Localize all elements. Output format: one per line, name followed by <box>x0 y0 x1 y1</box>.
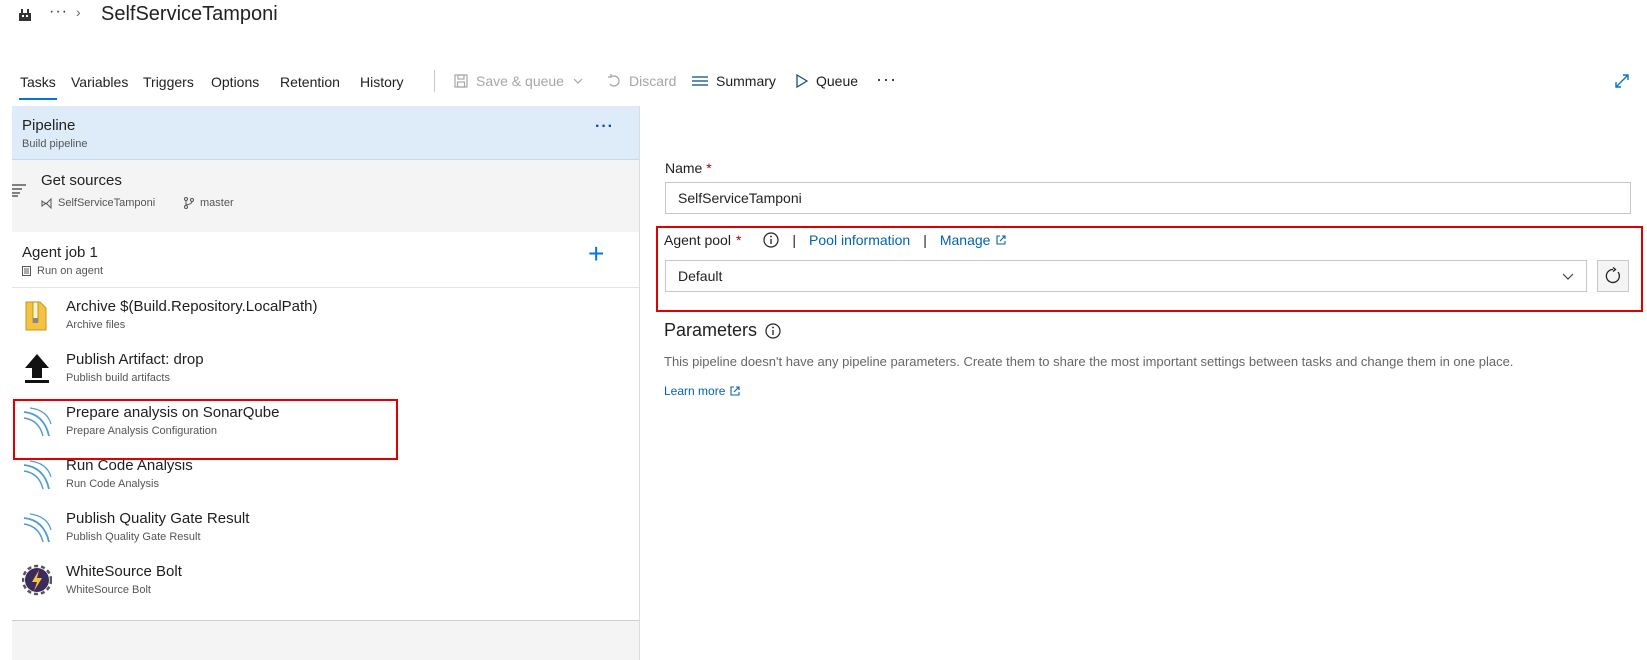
task-title: Publish Quality Gate Result <box>66 510 250 527</box>
expand-icon[interactable] <box>1614 73 1630 89</box>
task-subtitle: Archive files <box>66 319 126 331</box>
agent-job-title: Agent job 1 <box>22 244 98 261</box>
task-publish-quality-gate[interactable]: Publish Quality Gate Result Publish Qual… <box>12 500 639 556</box>
toolbar: Tasks Variables Triggers Options Retenti… <box>0 62 1647 106</box>
agent-icon <box>22 266 31 276</box>
repo-name: SelfServiceTamponi <box>58 197 156 209</box>
get-sources-title: Get sources <box>41 172 122 189</box>
details-panel: Name * SelfServiceTamponi Agent pool * |… <box>640 106 1647 660</box>
tab-variables[interactable]: Variables <box>71 74 128 90</box>
breadcrumb-more-button[interactable]: ··· <box>49 3 68 21</box>
sonarqube-icon <box>23 513 52 543</box>
page-title[interactable]: SelfServiceTamponi <box>101 3 278 26</box>
branch-info: master <box>184 197 234 209</box>
branch-icon <box>184 197 194 209</box>
info-icon[interactable] <box>765 322 781 339</box>
external-link-icon <box>730 386 740 396</box>
agent-job-item[interactable]: Agent job 1 Run on agent + <box>12 232 639 288</box>
upload-arrow-icon <box>25 354 49 383</box>
task-archive[interactable]: Archive $(Build.Repository.LocalPath) Ar… <box>12 288 639 344</box>
tab-tasks[interactable]: Tasks <box>19 74 57 100</box>
highlight-box <box>656 226 1643 312</box>
task-title: Archive $(Build.Repository.LocalPath) <box>66 298 318 315</box>
agent-job-subtitle: Run on agent <box>22 265 103 277</box>
summary-button[interactable]: Summary <box>692 73 776 89</box>
parameters-title: Parameters <box>664 320 758 340</box>
task-subtitle: Run Code Analysis <box>66 478 159 490</box>
task-subtitle: Publish Quality Gate Result <box>66 531 201 543</box>
queue-button[interactable]: Queue <box>796 73 858 89</box>
task-subtitle: Publish build artifacts <box>66 372 170 384</box>
process-panel: Pipeline Build pipeline ··· Get sources … <box>12 106 639 660</box>
tab-history[interactable]: History <box>360 74 404 90</box>
top-bar: ··· › SelfServiceTamponi <box>0 0 1647 36</box>
list-icon <box>692 76 708 86</box>
get-sources-item[interactable]: Get sources SelfServiceTamponi master <box>12 161 639 225</box>
add-task-button[interactable]: + <box>588 240 604 268</box>
task-title: WhiteSource Bolt <box>66 563 182 580</box>
pipeline-subtitle: Build pipeline <box>22 138 88 150</box>
pipeline-title: Pipeline <box>22 117 76 134</box>
sonarqube-icon <box>23 460 52 490</box>
play-icon <box>796 74 808 88</box>
learn-more-link[interactable]: Learn more <box>664 384 740 398</box>
discard-label: Discard <box>629 73 677 89</box>
highlight-box <box>13 399 398 460</box>
summary-label: Summary <box>716 73 776 89</box>
pipeline-header[interactable]: Pipeline Build pipeline ··· <box>12 106 639 160</box>
name-field[interactable]: SelfServiceTamponi <box>665 182 1631 214</box>
tab-retention[interactable]: Retention <box>280 74 340 90</box>
branch-name: master <box>200 197 234 209</box>
undo-icon <box>608 74 620 87</box>
required-mark: * <box>706 160 712 176</box>
name-label: Name * <box>665 160 712 176</box>
breadcrumb-chevron-icon: › <box>76 4 81 20</box>
tab-triggers[interactable]: Triggers <box>143 74 194 90</box>
repo-icon <box>41 197 52 209</box>
task-publish-artifact[interactable]: Publish Artifact: drop Publish build art… <box>12 341 639 397</box>
parameters-description: This pipeline doesn't have any pipeline … <box>664 354 1514 369</box>
zip-archive-icon <box>25 301 47 331</box>
task-whitesource-bolt[interactable]: WhiteSource Bolt WhiteSource Bolt <box>12 553 639 609</box>
task-subtitle: WhiteSource Bolt <box>66 584 151 596</box>
task-title: Publish Artifact: drop <box>66 351 204 368</box>
chevron-down-icon <box>573 78 583 84</box>
toolbar-more-button[interactable]: ··· <box>876 69 897 90</box>
tab-options[interactable]: Options <box>211 74 259 90</box>
sources-icon <box>12 184 26 197</box>
save-queue-label: Save & queue <box>476 73 564 89</box>
learn-more-label: Learn more <box>664 384 726 398</box>
parameters-heading: Parameters <box>664 320 781 341</box>
save-icon <box>454 74 468 88</box>
toolbar-divider <box>434 70 435 92</box>
repo-info: SelfServiceTamponi <box>41 197 155 209</box>
save-queue-button[interactable]: Save & queue <box>454 73 584 89</box>
build-pipeline-icon[interactable] <box>17 7 33 23</box>
pipeline-more-button[interactable]: ··· <box>595 118 614 136</box>
whitesource-bolt-icon <box>22 564 52 596</box>
queue-label: Queue <box>816 73 859 89</box>
agent-job-subtitle-text: Run on agent <box>37 265 104 277</box>
discard-button[interactable]: Discard <box>607 73 676 89</box>
